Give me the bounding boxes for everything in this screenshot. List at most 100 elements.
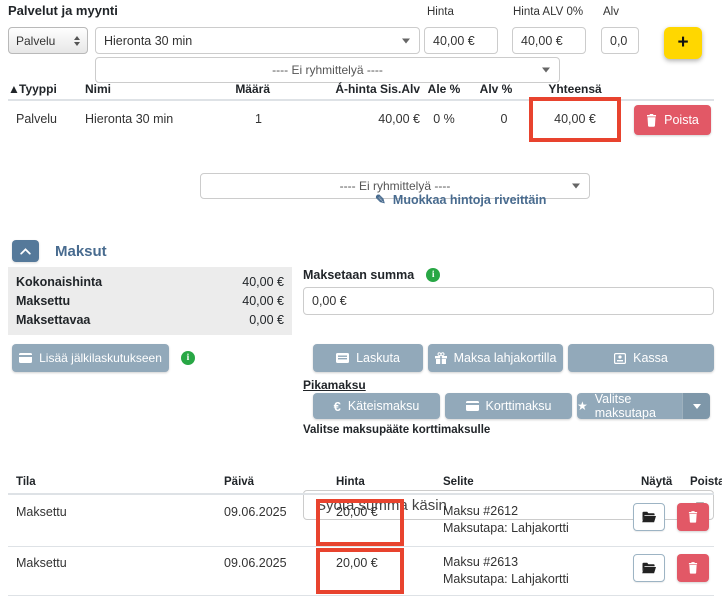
trash-icon bbox=[688, 562, 698, 574]
vat-input-value: 0,0 bbox=[610, 34, 627, 48]
delete-row-label: Poista bbox=[664, 113, 699, 127]
item-type-select[interactable]: Palvelu bbox=[8, 27, 88, 54]
collapse-payments-button[interactable] bbox=[12, 240, 39, 262]
trash-icon bbox=[688, 511, 698, 523]
col-vat-header[interactable]: Alv % bbox=[478, 82, 514, 96]
sales-section-title: Palvelut ja myynti bbox=[8, 3, 118, 18]
folder-icon bbox=[642, 511, 656, 523]
cash-register-icon bbox=[614, 353, 626, 364]
payment-description-line2: Maksutapa: Lahjakortti bbox=[443, 520, 569, 537]
payment-description-line2: Maksutapa: Lahjakortti bbox=[443, 571, 569, 588]
grouping-select-value: ---- Ei ryhmittelyä ---- bbox=[272, 63, 383, 77]
star-icon: ★ bbox=[577, 399, 588, 413]
payments-table-header: Tila Päivä Hinta Selite Näytä Poista bbox=[8, 474, 714, 495]
delete-payment-button[interactable] bbox=[677, 554, 709, 582]
quick-payment-label: Pikamaksu bbox=[303, 378, 366, 392]
row-vat: 0 bbox=[490, 112, 518, 126]
service-combobox-value: Hieronta 30 min bbox=[104, 34, 192, 48]
chevron-down-icon bbox=[542, 68, 550, 73]
pay-gift-card-label: Maksa lahjakortilla bbox=[454, 351, 557, 365]
updown-arrows-icon bbox=[74, 36, 80, 46]
grouping-select[interactable]: ---- Ei ryhmittelyä ---- bbox=[95, 57, 560, 83]
cash-payment-button[interactable]: € Käteismaksu bbox=[313, 393, 440, 419]
delete-row-button[interactable]: Poista bbox=[634, 105, 711, 135]
payment-date: 09.06.2025 bbox=[224, 556, 287, 570]
delete-payment-button[interactable] bbox=[677, 503, 709, 531]
choose-payment-method-button[interactable]: ★ Valitse maksutapa bbox=[577, 393, 682, 419]
card-icon bbox=[19, 353, 32, 363]
cash-payment-label: Käteismaksu bbox=[348, 399, 420, 413]
payment-status: Maksettu bbox=[16, 505, 67, 519]
terminal-select-label: Valitse maksupääte korttimaksulle bbox=[303, 424, 490, 436]
pencil-icon: ✎ bbox=[375, 192, 386, 208]
payment-description: Maksu #2613 Maksutapa: Lahjakortti bbox=[443, 554, 569, 587]
summary-value: 40,00 € bbox=[242, 294, 284, 308]
row-discount: 0 % bbox=[425, 112, 463, 126]
summary-label: Kokonaishinta bbox=[16, 275, 102, 289]
price-input[interactable]: 40,00 € bbox=[424, 27, 498, 54]
pay-gift-card-button[interactable]: Maksa lahjakortilla bbox=[428, 344, 563, 372]
add-row-button[interactable]: + bbox=[664, 27, 702, 59]
col-status-header: Tila bbox=[16, 476, 36, 488]
summary-row: Maksettavaa 0,00 € bbox=[16, 311, 284, 330]
col-total-header[interactable]: Yhteensä bbox=[531, 82, 619, 96]
trash-icon bbox=[646, 114, 657, 127]
register-label: Kassa bbox=[633, 351, 668, 365]
col-view-header: Näytä bbox=[641, 476, 672, 488]
price-label: Hinta bbox=[427, 6, 454, 18]
col-name-header[interactable]: Nimi bbox=[85, 82, 111, 96]
folder-icon bbox=[642, 562, 656, 574]
row-qty: 1 bbox=[197, 112, 262, 126]
plus-icon: + bbox=[677, 32, 688, 54]
service-combobox[interactable]: Hieronta 30 min bbox=[95, 27, 420, 54]
row-unit-price: 40,00 € bbox=[300, 112, 420, 126]
pay-amount-input[interactable]: 0,00 € bbox=[303, 287, 714, 315]
summary-value: 40,00 € bbox=[242, 275, 284, 289]
gift-icon bbox=[435, 352, 447, 364]
row-grouping-select-value: ---- Ei ryhmittelyä ---- bbox=[340, 179, 451, 193]
add-to-post-invoicing-button[interactable]: Lisää jälkilaskutukseen bbox=[12, 344, 169, 372]
chevron-up-icon bbox=[20, 248, 31, 255]
col-delete-header: Poista bbox=[690, 476, 722, 488]
payment-description-line1: Maksu #2613 bbox=[443, 554, 569, 571]
row-divider bbox=[8, 595, 714, 596]
edit-prices-link[interactable]: ✎ Muokkaa hintoja riveittäin bbox=[375, 192, 546, 208]
invoice-icon bbox=[336, 353, 349, 363]
summary-label: Maksettavaa bbox=[16, 313, 90, 327]
col-qty-header[interactable]: Määrä bbox=[205, 82, 270, 96]
price-vat0-input[interactable]: 40,00 € bbox=[512, 27, 586, 54]
payment-price: 20,00 € bbox=[336, 505, 378, 519]
pos-sales-screen: Palvelut ja myynti Hinta Hinta ALV 0% Al… bbox=[0, 0, 722, 599]
card-payment-button[interactable]: Korttimaksu bbox=[445, 393, 572, 419]
price-vat0-label: Hinta ALV 0% bbox=[513, 6, 583, 18]
payment-date: 09.06.2025 bbox=[224, 505, 287, 519]
price-vat0-input-value: 40,00 € bbox=[521, 34, 563, 48]
col-discount-header[interactable]: Ale % bbox=[425, 82, 463, 96]
pay-amount-label: Maksetaan summa bbox=[303, 268, 414, 282]
payment-description-line1: Maksu #2612 bbox=[443, 503, 569, 520]
view-payment-button[interactable] bbox=[633, 554, 665, 582]
vat-input[interactable]: 0,0 bbox=[601, 27, 639, 54]
summary-label: Maksettu bbox=[16, 294, 70, 308]
invoice-label: Laskuta bbox=[356, 351, 400, 365]
chevron-down-icon bbox=[402, 38, 410, 43]
col-type-header[interactable]: Tyyppi bbox=[19, 82, 57, 96]
choose-payment-method-split-button: ★ Valitse maksutapa bbox=[577, 393, 710, 419]
invoice-button[interactable]: Laskuta bbox=[313, 344, 423, 372]
price-input-value: 40,00 € bbox=[433, 34, 475, 48]
payment-description: Maksu #2612 Maksutapa: Lahjakortti bbox=[443, 503, 569, 536]
item-type-value: Palvelu bbox=[16, 34, 55, 48]
pay-amount-header: Maksetaan summa i bbox=[303, 268, 440, 282]
view-payment-button[interactable] bbox=[633, 503, 665, 531]
col-unit-price-header[interactable]: Á-hinta Sis.Alv bbox=[300, 82, 420, 96]
vat-label: Alv bbox=[603, 6, 619, 18]
payments-section-title: Maksut bbox=[55, 243, 107, 260]
payment-summary-panel: Kokonaishinta 40,00 € Maksettu 40,00 € M… bbox=[8, 267, 292, 335]
info-icon[interactable]: i bbox=[426, 268, 440, 282]
info-icon[interactable]: i bbox=[181, 351, 195, 365]
choose-payment-method-dropdown-toggle[interactable] bbox=[682, 393, 710, 419]
summary-row: Maksettu 40,00 € bbox=[16, 291, 284, 310]
payment-price: 20,00 € bbox=[336, 556, 378, 570]
register-button[interactable]: Kassa bbox=[568, 344, 714, 372]
choose-payment-method-label: Valitse maksutapa bbox=[595, 393, 682, 419]
